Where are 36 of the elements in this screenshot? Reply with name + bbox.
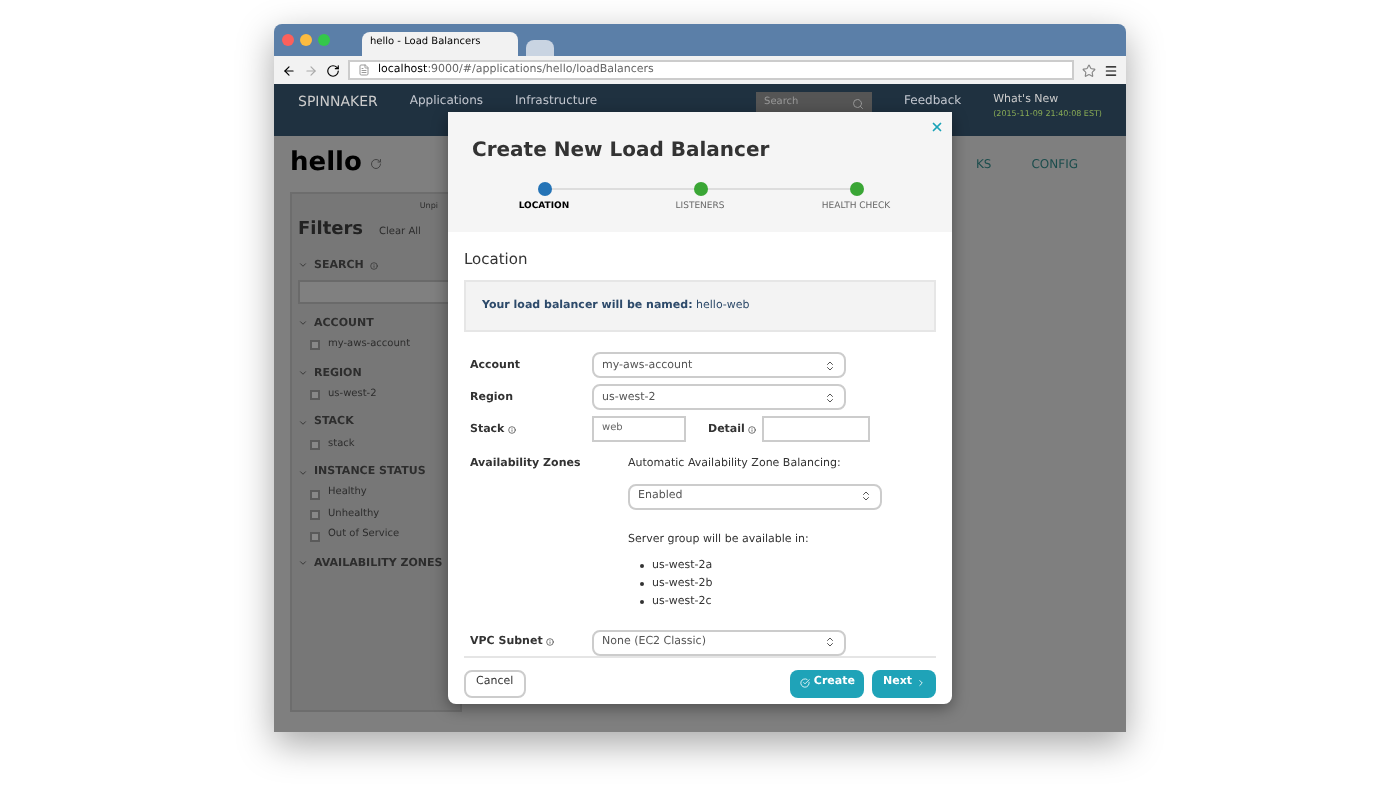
detail-input[interactable] (762, 416, 871, 443)
maximize-window-icon (318, 34, 330, 46)
filter-checkbox[interactable] (310, 390, 320, 400)
modal-title: Create New Load Balancer (472, 138, 772, 166)
filter-checkbox[interactable] (310, 531, 320, 541)
back-icon (282, 63, 296, 77)
chevron-down-icon (298, 467, 308, 478)
close-icon (930, 120, 944, 134)
filter-checkbox[interactable] (310, 510, 320, 520)
chevron-down-icon (298, 318, 308, 329)
close-window-icon (282, 34, 294, 46)
reload-icon (326, 63, 340, 77)
minimize-window-icon (300, 34, 312, 46)
forward-icon (304, 63, 318, 77)
app-title: hello (290, 146, 362, 183)
info-icon (748, 425, 757, 434)
filter-checkbox[interactable] (310, 439, 320, 450)
filters-title: Filters (298, 218, 364, 244)
bookmark-icon (1082, 63, 1096, 77)
filter-checkbox[interactable] (310, 489, 320, 499)
chevron-down-icon (298, 260, 308, 271)
info-icon (369, 261, 378, 270)
chevron-right-icon (916, 678, 926, 688)
new-tab-icon (526, 40, 554, 56)
page-icon (358, 64, 370, 76)
search-icon (852, 98, 865, 110)
refresh-icon (369, 158, 382, 170)
chevron-down-icon (298, 417, 308, 428)
info-icon (508, 425, 517, 434)
chevron-down-icon (298, 368, 308, 379)
check-circle-icon (799, 678, 810, 688)
filter-search-field[interactable] (298, 279, 454, 304)
menu-icon (1104, 63, 1118, 77)
info-icon (546, 638, 555, 646)
chevron-down-icon (298, 558, 308, 569)
filter-checkbox[interactable] (310, 340, 320, 351)
